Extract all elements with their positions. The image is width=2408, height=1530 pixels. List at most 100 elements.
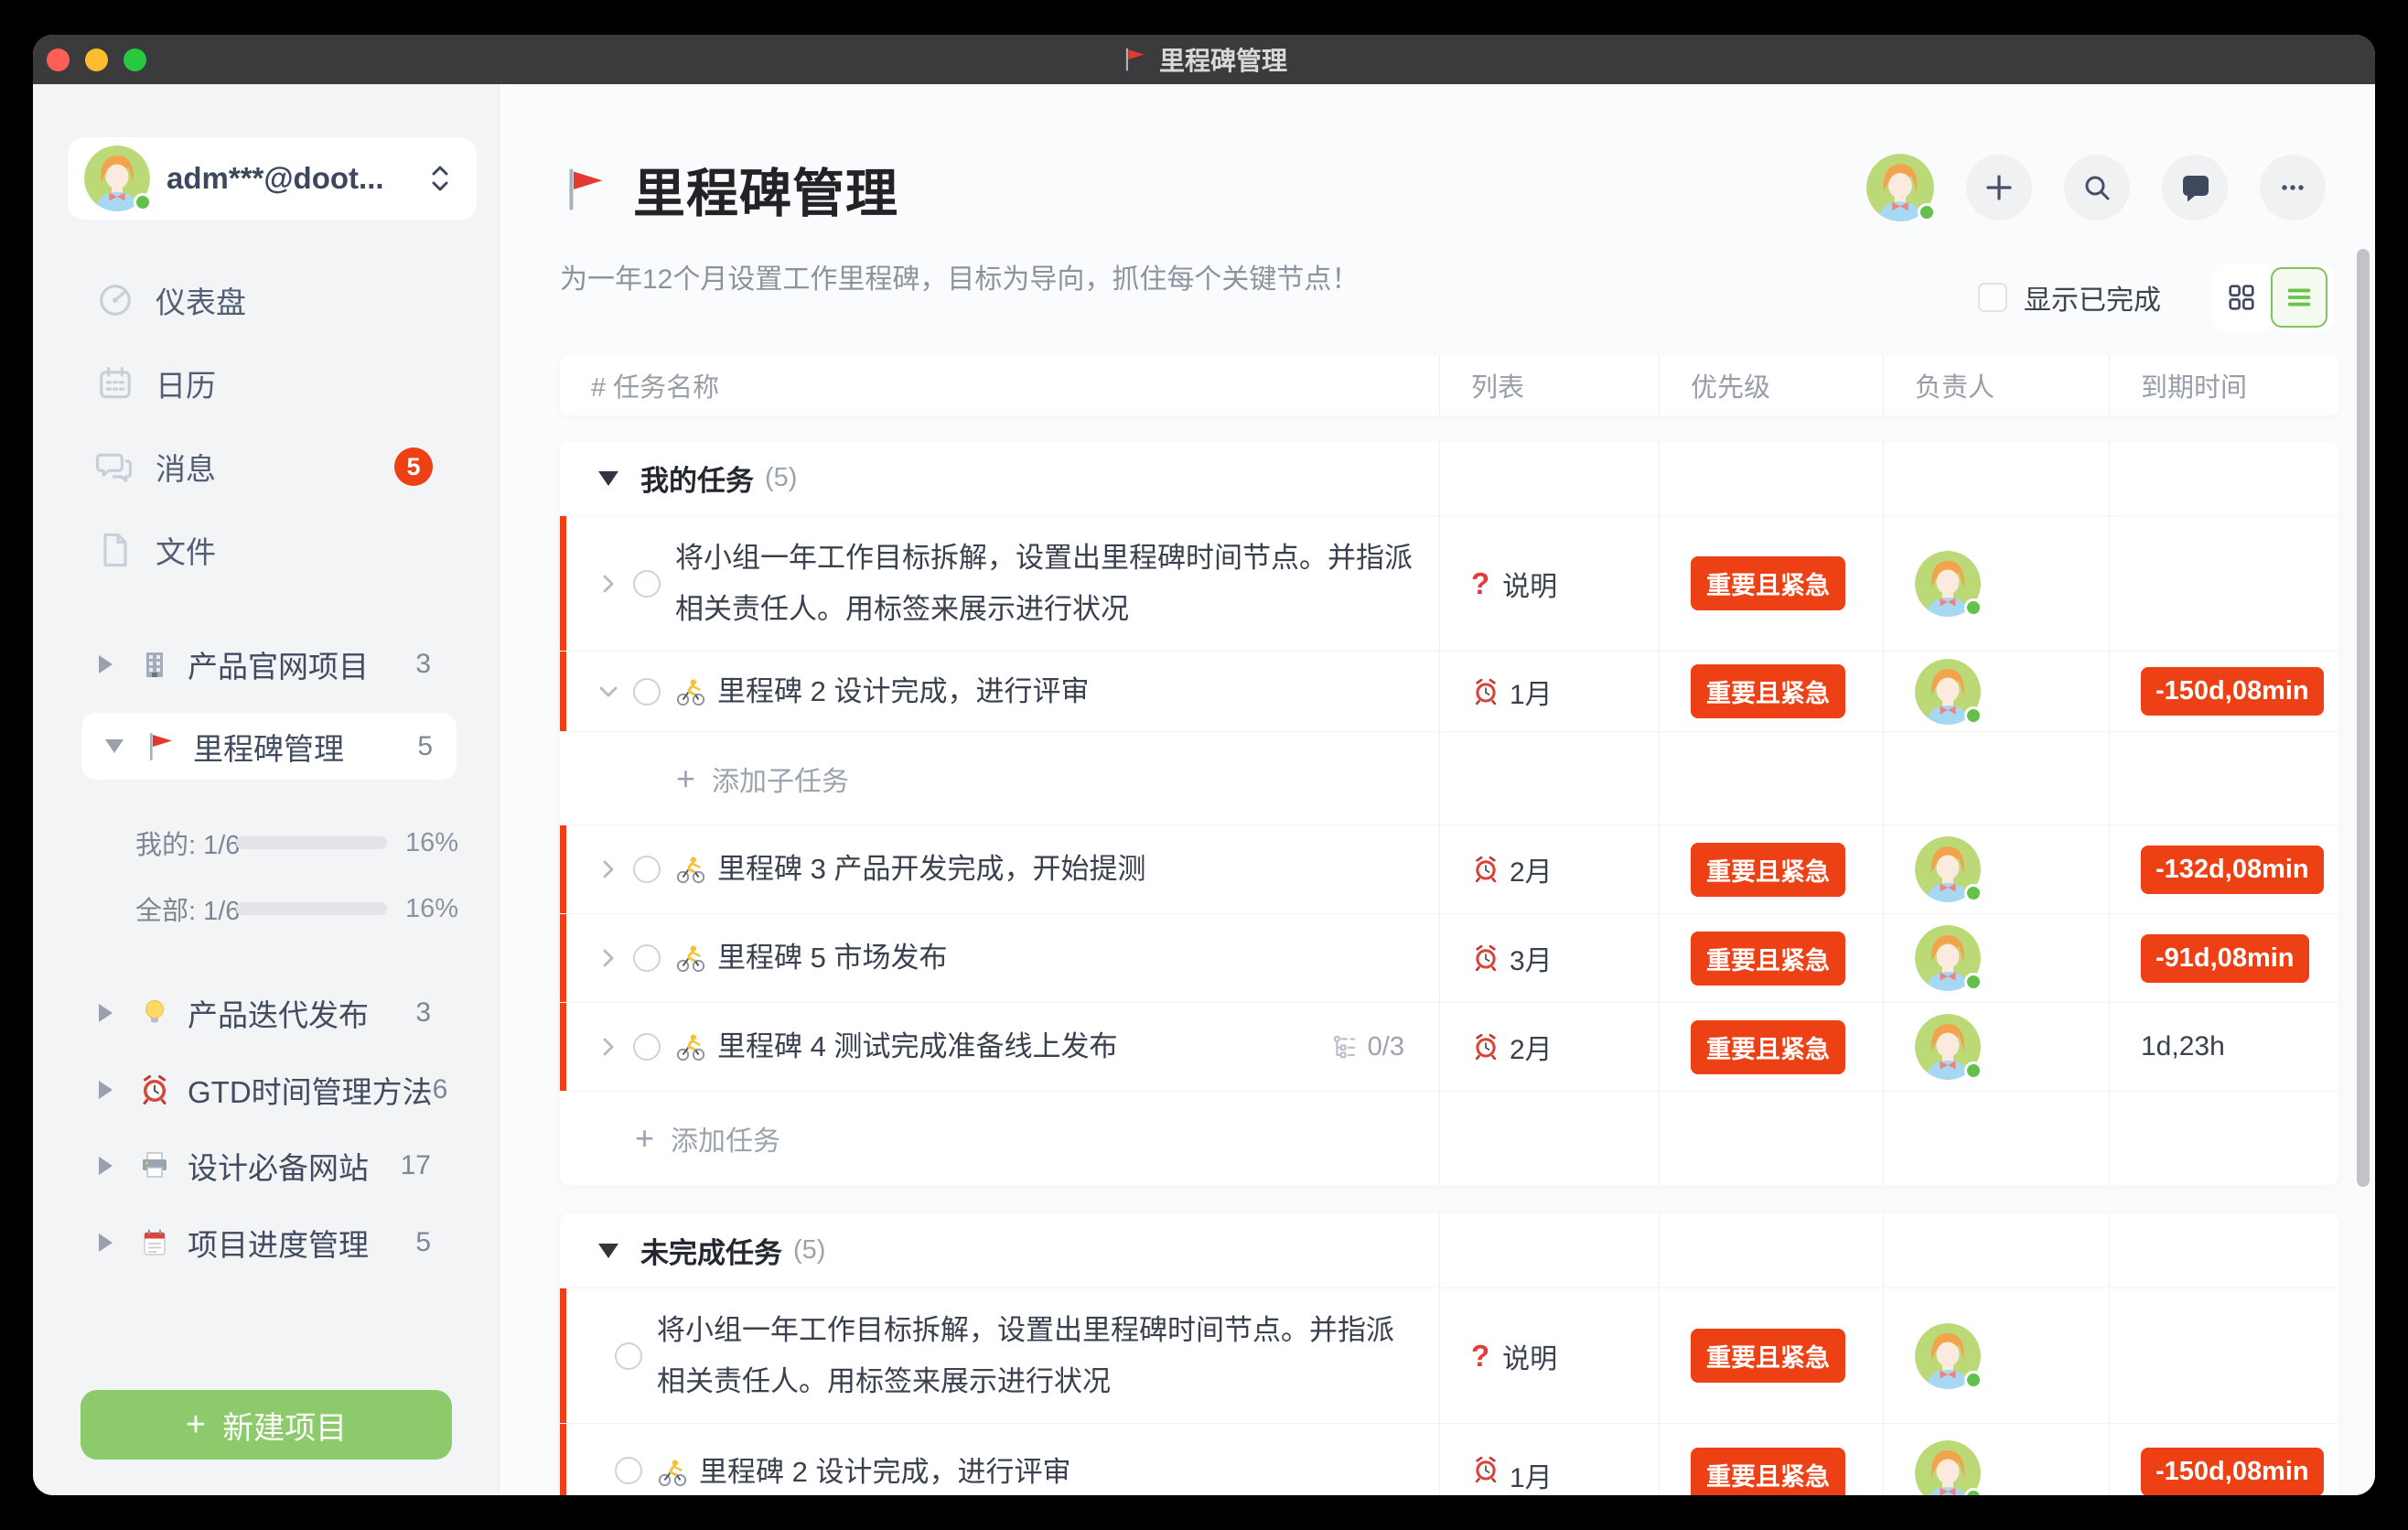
alarm-icon: [1471, 855, 1500, 884]
collapse-triangle-icon[interactable]: [99, 1234, 113, 1252]
minimize-button[interactable]: [85, 48, 108, 71]
sidebar-project-schedule[interactable]: 项目进度管理 5: [68, 1204, 464, 1281]
chevron-right-icon[interactable]: [597, 1035, 620, 1059]
building-icon: [138, 648, 171, 681]
show-completed-checkbox[interactable]: [1978, 283, 2007, 312]
alarm-icon: [1471, 1032, 1500, 1061]
table-row[interactable]: 将小组一年工作目标拆解，设置出里程碑时间节点。并指派相关责任人。用标签来展示进行…: [560, 1288, 2338, 1424]
assignee-avatar[interactable]: [1915, 1014, 1981, 1080]
cyclist-icon: [675, 1031, 706, 1062]
scrollbar[interactable]: [2357, 249, 2370, 1187]
task-title[interactable]: 将小组一年工作目标拆解，设置出里程碑时间节点。并指派相关责任人。用标签来展示进行…: [675, 533, 1425, 635]
assignee-avatar[interactable]: [1915, 925, 1981, 991]
group-collapse-icon[interactable]: [598, 471, 618, 486]
complete-circle[interactable]: [615, 1457, 642, 1484]
table-row[interactable]: 里程碑 2 设计完成，进行评审 1月 重要且紧急 -150d,08min: [560, 1424, 2338, 1495]
view-toggle: [2212, 264, 2335, 330]
table-row[interactable]: 里程碑 3 产品开发完成，开始提测 2月 重要且紧急 -132d,08min: [560, 825, 2338, 914]
complete-circle[interactable]: [633, 1033, 661, 1061]
alarm-icon: [138, 1073, 171, 1106]
chevron-right-icon[interactable]: [597, 946, 620, 970]
list-icon: [2284, 282, 2315, 313]
collapse-triangle-icon[interactable]: [99, 1157, 113, 1175]
search-button[interactable]: [2064, 155, 2130, 221]
close-button[interactable]: [47, 48, 70, 71]
task-title[interactable]: 里程碑 2 设计完成，进行评审: [699, 1457, 1070, 1488]
chevron-down-icon[interactable]: [597, 680, 620, 704]
sidebar-item-files[interactable]: 文件: [33, 513, 499, 587]
list-view-button-active[interactable]: [2271, 267, 2327, 328]
user-account-button[interactable]: adm***@doot...: [68, 137, 477, 220]
group-collapse-icon[interactable]: [598, 1244, 618, 1258]
priority-badge: 重要且紧急: [1691, 1448, 1845, 1495]
table-row[interactable]: 将小组一年工作目标拆解，设置出里程碑时间节点。并指派相关责任人。用标签来展示进行…: [560, 516, 2338, 652]
sidebar-item-dashboard[interactable]: 仪表盘: [33, 264, 499, 337]
collapse-triangle-icon[interactable]: [99, 655, 113, 673]
sidebar-project-website[interactable]: 产品官网项目 3: [68, 626, 464, 703]
sidebar-project-milestone-selected[interactable]: 里程碑管理 5: [81, 713, 457, 780]
collapse-triangle-icon[interactable]: [99, 1004, 113, 1022]
task-title[interactable]: 里程碑 2 设计完成，进行评审: [717, 666, 1089, 717]
assignee-avatar[interactable]: [1915, 659, 1981, 725]
chat-button[interactable]: [2162, 155, 2228, 221]
page-head: 里程碑管理: [560, 152, 898, 227]
header-avatar[interactable]: [1866, 154, 1934, 221]
zoom-button[interactable]: [124, 48, 146, 71]
task-title[interactable]: 里程碑 3 产品开发完成，开始提测: [717, 844, 1145, 895]
table-row[interactable]: 里程碑 4 测试完成准备线上发布 0/3 2月 重要且紧急 1d,23h: [560, 1003, 2338, 1092]
window-title: 里程碑管理: [1121, 41, 1287, 78]
column-header-due[interactable]: 到期时间: [2109, 355, 2338, 415]
add-button[interactable]: [1966, 155, 2032, 221]
expand-triangle-icon[interactable]: [105, 739, 124, 753]
user-avatar: [84, 145, 150, 211]
column-header-assignee[interactable]: 负责人: [1883, 355, 2109, 415]
table-row[interactable]: 里程碑 5 市场发布 3月 重要且紧急 -91d,08min: [560, 914, 2338, 1003]
priority-badge: 重要且紧急: [1691, 556, 1845, 610]
sidebar-project-design-sites[interactable]: 设计必备网站 17: [68, 1127, 464, 1204]
grid-view-button[interactable]: [2212, 264, 2271, 330]
progress-all: 全部: 1/6 16%: [135, 892, 458, 925]
priority-badge: 重要且紧急: [1691, 1329, 1845, 1383]
flag-icon: [560, 165, 609, 214]
task-title[interactable]: 将小组一年工作目标拆解，设置出里程碑时间节点。并指派相关责任人。用标签来展示进行…: [657, 1305, 1407, 1407]
collapse-triangle-icon[interactable]: [99, 1081, 113, 1099]
task-title[interactable]: 里程碑 4 测试完成准备线上发布: [717, 1021, 1117, 1072]
column-header-priority[interactable]: 优先级: [1659, 355, 1883, 415]
column-header-list[interactable]: 列表: [1439, 355, 1659, 415]
show-completed-label: 显示已完成: [2024, 277, 2161, 318]
due-text: 1d,23h: [2141, 1031, 2225, 1062]
complete-circle[interactable]: [615, 1342, 642, 1370]
column-header-name[interactable]: # 任务名称: [560, 355, 1439, 415]
task-title[interactable]: 里程碑 5 市场发布: [717, 932, 947, 984]
group-header[interactable]: 未完成任务 (5): [560, 1213, 2338, 1288]
more-button[interactable]: [2260, 155, 2326, 221]
plus-icon: +: [676, 762, 695, 795]
sidebar-item-messages[interactable]: 消息 5: [33, 430, 499, 503]
unread-badge: 5: [394, 447, 433, 486]
chevron-right-icon[interactable]: [597, 572, 620, 596]
complete-circle[interactable]: [633, 944, 661, 972]
table-row[interactable]: 里程碑 2 设计完成，进行评审 1月 重要且紧急 -150d,08min: [560, 652, 2338, 732]
calendar-icon: [95, 363, 135, 404]
chevron-up-down-icon: [429, 163, 451, 194]
progress-my: 我的: 1/6 16%: [135, 826, 458, 859]
chevron-right-icon[interactable]: [597, 857, 620, 881]
main-panel: 里程碑管理 为一年12个月设置工作里程碑，目标为导向，抓住每个关键节点！ 显示已…: [500, 84, 2375, 1495]
assignee-avatar[interactable]: [1915, 1440, 1981, 1495]
complete-circle[interactable]: [633, 856, 661, 883]
sidebar-project-gtd[interactable]: GTD时间管理方法 6: [68, 1051, 464, 1128]
new-project-button[interactable]: + 新建项目: [81, 1390, 452, 1460]
subtask-counter: 0/3: [1331, 1032, 1404, 1062]
sidebar-item-calendar[interactable]: 日历: [33, 347, 499, 420]
assignee-avatar[interactable]: [1915, 836, 1981, 902]
assignee-avatar[interactable]: [1915, 1323, 1981, 1389]
complete-circle[interactable]: [633, 570, 661, 598]
question-icon: ?: [1471, 1339, 1489, 1374]
assignee-avatar[interactable]: [1915, 551, 1981, 617]
complete-circle[interactable]: [633, 678, 661, 706]
sidebar-project-iteration[interactable]: 产品迭代发布 3: [68, 975, 464, 1051]
user-email: adm***@doot...: [167, 161, 384, 196]
add-task-row[interactable]: +添加任务: [560, 1092, 2338, 1185]
add-subtask-row[interactable]: +添加子任务: [560, 732, 2338, 825]
group-header[interactable]: 我的任务 (5): [560, 441, 2338, 516]
